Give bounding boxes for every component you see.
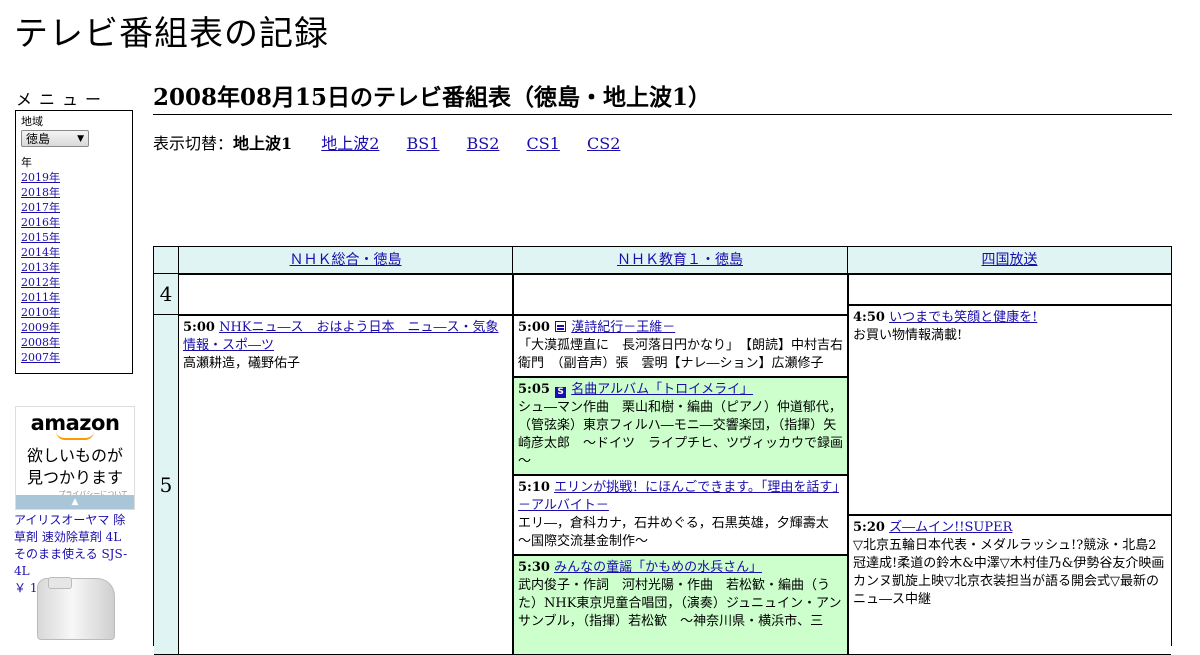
- empty-slot: [179, 274, 513, 315]
- program-cell: 5:05 S 名曲アルバム「トロイメライ」 シュ―マン作曲 栗山和樹・編曲（ピア…: [513, 377, 848, 475]
- year-link[interactable]: 2007年: [21, 351, 60, 364]
- menu-box: 地域 徳島 ▼ 年 2019年 2018年 2017年 2016年 2015年 …: [15, 110, 133, 374]
- program-cell: 5:00 漢詩紀行－王維－ 「大漠孤煙直に 長河落日円かなり」 【朗読】中村吉右…: [513, 315, 848, 377]
- empty-slot: [513, 274, 848, 315]
- program-title-link[interactable]: エリンが挑戦！にほんごできます。「理由を話す」－アルバイト－: [518, 480, 839, 513]
- year-link[interactable]: 2010年: [21, 306, 60, 319]
- year-link[interactable]: 2016年: [21, 216, 60, 229]
- switcher-current: 地上波1: [233, 134, 293, 153]
- year-label: 年: [21, 156, 32, 169]
- program-cell: 5:10 エリンが挑戦！にほんごできます。「理由を話す」－アルバイト－ エリ―，…: [513, 475, 848, 555]
- year-link[interactable]: 2011年: [21, 291, 60, 304]
- hour-cell-4: 4: [154, 274, 179, 315]
- program-time: 5:30: [518, 560, 550, 575]
- product-image[interactable]: [37, 577, 115, 640]
- program-cell: 5:20 ズ―ムイン!!SUPER ▽北京五輪日本代表・メダルラッシュ!?競泳・…: [848, 515, 1171, 655]
- dropdown-arrow-icon: ▼: [77, 133, 84, 144]
- year-link[interactable]: 2009年: [21, 321, 60, 334]
- menu-heading: メニュー: [16, 90, 109, 109]
- program-cell: 5:00 NHKニュ―ス おはよう日本 ニュ―ス・気象情報・スポ―ツ 高瀬耕造，…: [179, 315, 513, 655]
- program-time: 5:20: [853, 520, 885, 535]
- year-link[interactable]: 2015年: [21, 231, 60, 244]
- switcher-link-bs2[interactable]: BS2: [467, 134, 500, 153]
- region-label: 地域: [21, 115, 43, 128]
- program-title-link[interactable]: みんなの童謡「かもめの水兵さん」: [554, 560, 762, 575]
- program-title-link[interactable]: NHKニュ―ス おはよう日本 ニュ―ス・気象情報・スポ―ツ: [183, 320, 499, 353]
- switcher-label: 表示切替：: [153, 134, 234, 153]
- program-time: 5:05: [518, 382, 550, 397]
- switcher-link-bs1[interactable]: BS1: [407, 134, 440, 153]
- year-link[interactable]: 2014年: [21, 246, 60, 259]
- year-link[interactable]: 2008年: [21, 336, 60, 349]
- year-list: 2019年 2018年 2017年 2016年 2015年 2014年 2013…: [21, 170, 127, 365]
- year-link[interactable]: 2019年: [21, 171, 60, 184]
- page-heading: 2008年08月15日のテレビ番組表（徳島・地上波1）: [153, 82, 1172, 115]
- amazon-ad-banner[interactable]: amazon 欲しいものが 見つかります プライバシーについて ▲: [15, 406, 135, 510]
- program-time: 5:00: [183, 320, 215, 335]
- amazon-smile-icon: [56, 431, 94, 440]
- year-link[interactable]: 2013年: [21, 261, 60, 274]
- year-link[interactable]: 2018年: [21, 186, 60, 199]
- site-title: テレビ番組表の記録: [14, 14, 329, 54]
- channel-link[interactable]: ＮＨＫ教育１・徳島: [617, 252, 743, 268]
- caption-icon: [555, 321, 567, 332]
- corner-cell: [154, 247, 179, 274]
- channel-link[interactable]: ＮＨＫ総合・徳島: [290, 252, 402, 268]
- broadcast-switcher: 表示切替：地上波1 地上波2 BS1 BS2 CS1 CS2: [153, 134, 620, 154]
- amazon-tagline-1: 欲しいものが: [26, 446, 123, 465]
- program-title-link[interactable]: いつまでも笑顔と健康を!: [889, 310, 1037, 325]
- program-time: 4:50: [853, 310, 885, 325]
- channel-header-nhk-sogo: ＮＨＫ総合・徳島: [179, 247, 513, 274]
- program-title-link[interactable]: 漢詩紀行－王維－: [571, 320, 675, 335]
- switcher-link-cs2[interactable]: CS2: [587, 134, 620, 153]
- program-cell: 4:50 いつまでも笑顔と健康を! お買い物情報満載!: [848, 305, 1171, 515]
- year-link[interactable]: 2012年: [21, 276, 60, 289]
- channel-link[interactable]: 四国放送: [982, 252, 1038, 268]
- amazon-tagline-2: 見つかります: [26, 468, 123, 487]
- hour-cell-5: 5: [154, 315, 179, 655]
- program-time: 5:10: [518, 480, 550, 495]
- year-link[interactable]: 2017年: [21, 201, 60, 214]
- channel-header-nhk-edu: ＮＨＫ教育１・徳島: [513, 247, 848, 274]
- program-description: 武内俊子・作詞 河村光陽・作曲 若松歓・編曲（うた）NHK東京児童合唱団，（演奏…: [518, 578, 842, 629]
- ad-product-title[interactable]: アイリスオーヤマ 除草剤 速効除草剤 4L そのまま使える SJS-4L: [14, 512, 136, 580]
- switcher-link-terrestrial2[interactable]: 地上波2: [321, 134, 379, 153]
- region-select[interactable]: 徳島 ▼: [21, 130, 89, 147]
- program-description: ▽北京五輪日本代表・メダルラッシュ!?競泳・北島2冠達成!柔道の鈴木&中澤▽木村…: [853, 538, 1165, 607]
- program-title-link[interactable]: 名曲アルバム「トロイメライ」: [571, 382, 753, 397]
- empty-slot: [848, 274, 1171, 305]
- region-select-value: 徳島: [26, 132, 51, 146]
- program-time: 5:00: [518, 320, 550, 335]
- chevron-up-icon[interactable]: ▲: [16, 495, 134, 509]
- program-description: お買い物情報満載!: [853, 328, 963, 343]
- program-description: エリ―，倉科カナ，石井めぐる，石黒英雄，夕輝壽太 ～国際交流基金制作～: [518, 516, 842, 549]
- program-description: シュ―マン作曲 栗山和樹・編曲（ピアノ）仲道郁代，（管弦楽）東京フィルハ―モニ―…: [518, 400, 844, 469]
- program-grid: ＮＨＫ総合・徳島 ＮＨＫ教育１・徳島 四国放送 4 5 5:00 NHKニュ―ス…: [153, 246, 1172, 655]
- switcher-link-cs1[interactable]: CS1: [527, 134, 560, 153]
- program-description: 「大漠孤煙直に 長河落日円かなり」 【朗読】中村吉右衛門 （副音声）張 雲明【ナ…: [518, 338, 844, 371]
- stereo-icon: S: [555, 387, 567, 398]
- program-title-link[interactable]: ズ―ムイン!!SUPER: [889, 520, 1012, 535]
- program-description: 高瀬耕造，礒野佑子: [183, 356, 301, 371]
- channel-header-shikoku: 四国放送: [848, 247, 1171, 274]
- program-cell: 5:30 みんなの童謡「かもめの水兵さん」 武内俊子・作詞 河村光陽・作曲 若松…: [513, 555, 848, 655]
